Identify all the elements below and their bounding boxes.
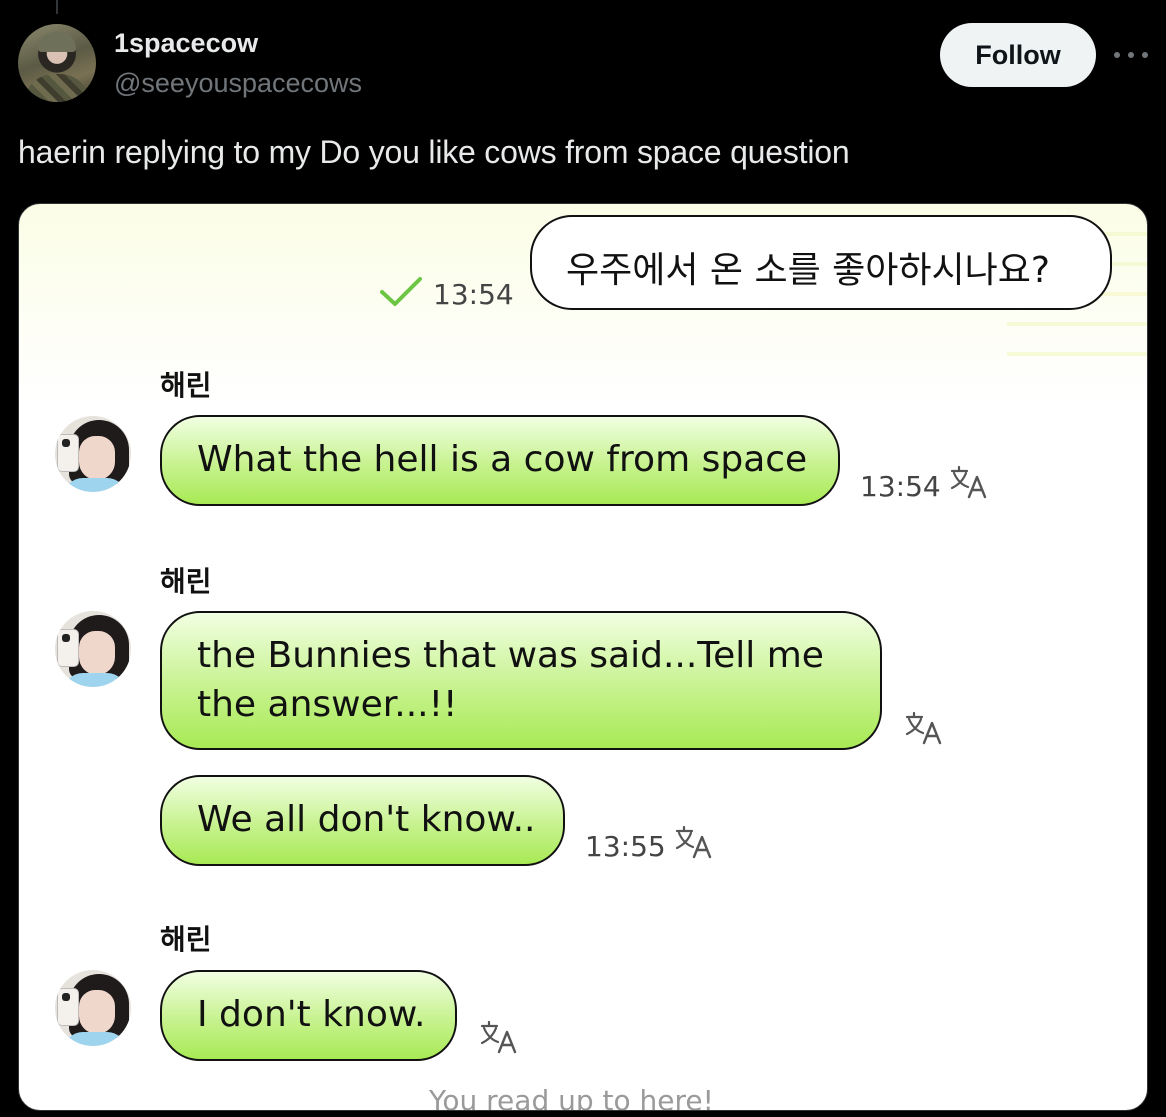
tweet-image[interactable]: 13:54 우주에서 온 소를 좋아하시나요? 해린 What the hell… [18, 203, 1148, 1111]
tweet-text: haerin replying to my Do you like cows f… [18, 134, 850, 170]
incoming-message-bubble: the Bunnies that was said...Tell me the … [160, 611, 882, 750]
display-name[interactable]: 1spacecow [114, 28, 258, 59]
incoming-message-bubble: We all don't know.. [160, 775, 565, 866]
read-marker: You read up to here! [429, 1084, 714, 1111]
message-text: What the hell is a cow from space [197, 439, 808, 480]
translate-icon[interactable] [479, 1019, 519, 1055]
message-text: the answer...!! [197, 684, 458, 725]
sender-name: 해린 [160, 369, 212, 402]
message-text: We all don't know.. [197, 799, 536, 840]
message-time: 13:55 [585, 830, 666, 863]
translate-icon[interactable] [949, 464, 989, 500]
message-text: 우주에서 온 소를 좋아하시나요? [566, 250, 1050, 291]
follow-button[interactable]: Follow [940, 23, 1096, 87]
translate-icon[interactable] [904, 710, 944, 746]
message-text: the Bunnies that was said...Tell me [197, 635, 824, 676]
check-icon [380, 277, 422, 306]
message-time: 13:54 [860, 470, 941, 503]
sender-avatar[interactable] [55, 611, 131, 687]
more-icon[interactable] [1114, 40, 1148, 70]
outgoing-message-bubble: 우주에서 온 소를 좋아하시나요? [530, 215, 1112, 310]
incoming-message-bubble: I don't know. [160, 970, 457, 1061]
sender-name: 해린 [160, 923, 212, 956]
incoming-message-bubble: What the hell is a cow from space [160, 415, 840, 506]
thread-line [56, 0, 58, 14]
user-handle[interactable]: @seeyouspacecows [114, 68, 362, 99]
translate-icon[interactable] [674, 824, 714, 860]
sender-avatar[interactable] [55, 970, 131, 1046]
profile-avatar[interactable] [18, 24, 96, 102]
message-text: I don't know. [197, 994, 426, 1035]
sender-name: 해린 [160, 565, 212, 598]
sender-avatar[interactable] [55, 416, 131, 492]
message-time: 13:54 [433, 278, 514, 311]
